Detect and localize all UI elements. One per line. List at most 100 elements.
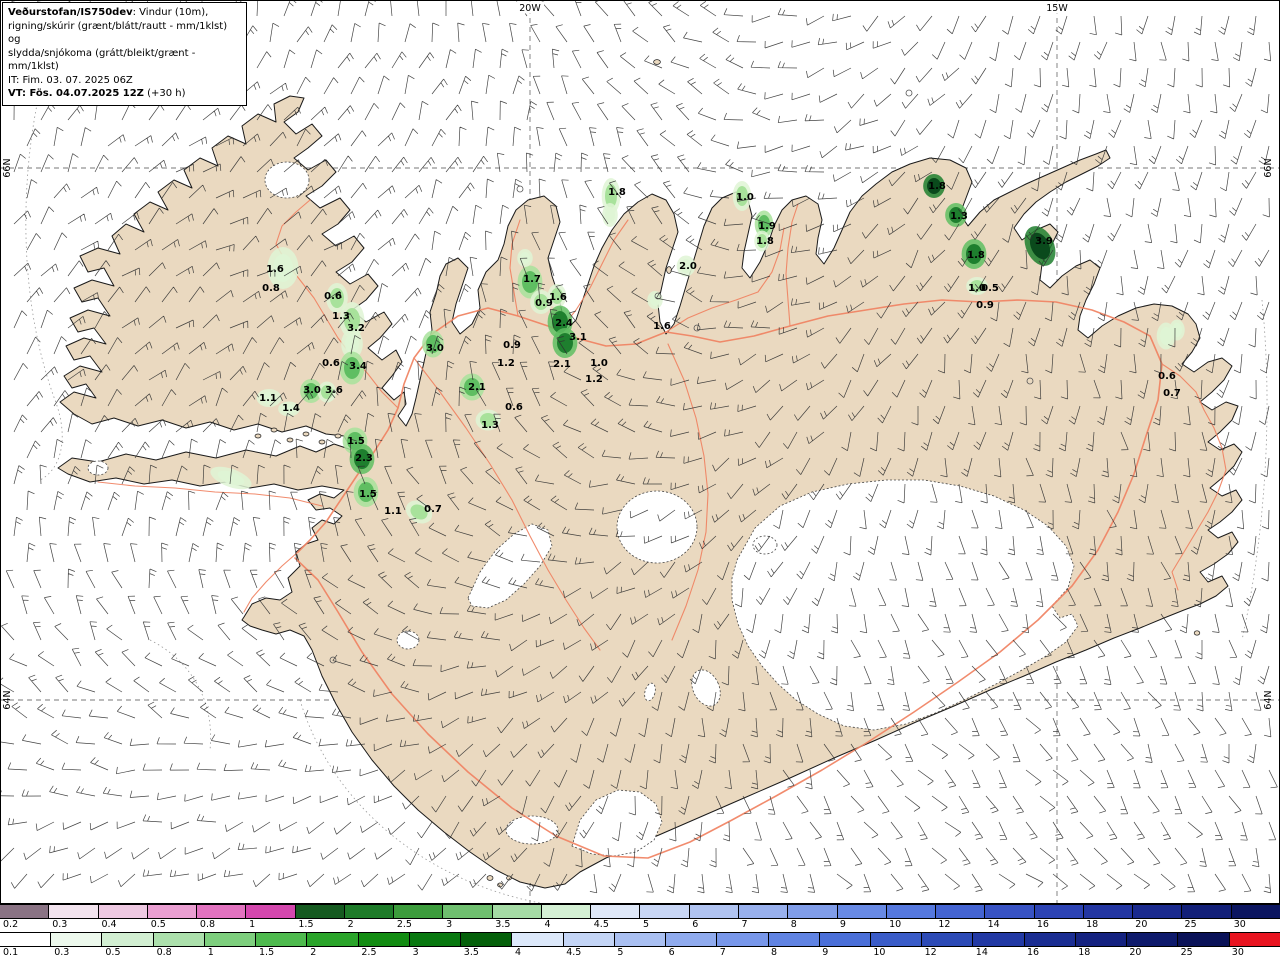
precip-cell [1172,323,1182,337]
precip-value-label: 1.6 [549,292,567,303]
colorbar-segment [491,905,541,918]
latitude-label: 64N [2,690,13,709]
colorbar-segment [1132,905,1182,918]
colorbar-tick-label: 10 [889,919,902,930]
colorbar-tick-label: 12 [938,919,951,930]
colorbar-tick-label: 5 [617,947,624,958]
precip-value-label: 0.7 [1163,388,1181,399]
precip-value-label: 0.6 [322,358,340,369]
colorbar-tick-label: 3 [412,947,419,958]
precip-value-label: 1.3 [950,211,968,222]
colorbar-segment [0,933,51,946]
colorbar-tick-label: 10 [873,947,886,958]
colorbar-tick-label: 0.5 [105,947,121,958]
precip-value-label: 1.3 [481,420,499,431]
colorbar-tick-label: 3.5 [463,947,479,958]
precip-value-label: 3.2 [347,323,365,334]
colorbar-segment [613,933,666,946]
valid-time-offset: (+30 h) [143,88,186,99]
colorbar-tick-label: 8 [790,919,797,930]
colorbar-tick-label: 4.5 [566,947,582,958]
precip-value-label: 3.0 [303,385,321,396]
colorbar-segment [0,905,49,918]
precip-value-label: 1.6 [266,264,284,275]
colorbar-segment [203,933,256,946]
precip-value-label: 1.0 [736,192,754,203]
colorbar-segment [716,933,768,946]
colorbar-tick-label: 4 [515,947,522,958]
colorbar-tick-label: 12 [924,947,937,958]
colorbar-tick-label: 1.5 [298,919,314,930]
colorbar-tick-label: 30 [1231,947,1244,958]
init-time-label: IT: Fim. 03. 07. 2025 06Z [8,74,133,86]
colorbar-segment [1082,905,1133,918]
colorbar-segment [885,905,936,918]
precip-value-label: 1.7 [523,274,541,285]
colorbar-segment [101,933,153,946]
precip-value-label: 3.9 [1035,236,1053,247]
precip-value-label: 0.6 [1158,371,1176,382]
colorbar-segment [408,933,461,946]
colorbar-segment [767,933,819,946]
precip-value-label: 3.4 [349,361,367,372]
colorbar-tick-label: 16 [1036,919,1049,930]
precip-value-label: 2.1 [468,382,486,393]
precip-value-label: 1.8 [608,187,626,198]
colorbar-segment [1126,933,1178,946]
glacier-snaefellsjokull [87,460,109,476]
glacier-hofsjokull [616,490,698,564]
colorbar-segment [196,905,246,918]
precip-value-label: 1.6 [653,321,671,332]
colorbar-segment [1177,933,1229,946]
colorbar-tick-label: 0.3 [54,947,70,958]
colorbar-tick-label: 25 [1180,947,1193,958]
latitude-label: 64N [1263,690,1274,709]
colorbar-segment [665,933,717,946]
colorbar-tick-label: 4.5 [593,919,609,930]
latitude-label: 66N [1263,158,1274,177]
precip-value-label: 1.1 [259,393,277,404]
colorbar-tick-label: 7 [719,947,726,958]
colorbar-segment [1230,905,1280,918]
snow-colorbar [0,904,1280,919]
colorbar-segment [97,905,147,918]
colorbar-tick-label: 9 [822,947,829,958]
colorbar-segment [1033,905,1083,918]
colorbar-segment [1023,933,1075,946]
colorbar-tick-label: 0.5 [150,919,166,930]
colorbar-tick-label: 20 [1129,947,1142,958]
colorbar-tick-label: 1.5 [259,947,275,958]
precip-value-label: 2.4 [555,318,573,329]
precip-value-label: 1.2 [585,374,603,385]
colorbar-segment [836,905,886,918]
colorbar-segment [294,905,344,918]
colorbar-tick-label: 4 [544,919,551,930]
precip-value-label: 0.8 [262,283,280,294]
colorbar-segment [921,933,973,946]
precip-value-label: 2.0 [679,261,697,272]
colorbar-segment [540,905,591,918]
colorbar-segment [787,905,837,918]
colorbar-tick-label: 1 [207,947,214,958]
precip-value-label: 1.5 [347,436,365,447]
colorbar-tick-label: 8 [771,947,778,958]
colorbar-tick-label: 3.5 [495,919,511,930]
colorbar-segment [343,905,394,918]
colorbar-tick-label: 16 [1027,947,1040,958]
colorbar-segment [152,933,204,946]
colorbar-segment [562,933,614,946]
colorbar-segment [48,905,98,918]
colorbar-tick-label: 18 [1078,947,1091,958]
colorbar-segment [984,905,1034,918]
precip-value-label: 3.1 [569,332,587,343]
colorbar-segment [737,905,788,918]
glacier-tungnafellsjokull [752,535,778,555]
precip-value-label: 1.2 [497,358,515,369]
colorbar-tick-label: 3 [446,919,453,930]
precip-value-label: 0.5 [981,283,999,294]
valid-time-bold: VT: Fös. 04.07.2025 12Z [8,88,144,99]
colorbar-segment [511,933,563,946]
precip-value-label: 1.8 [756,236,774,247]
colorbar-segment [245,905,295,918]
precip-value-label: 3.6 [325,385,343,396]
